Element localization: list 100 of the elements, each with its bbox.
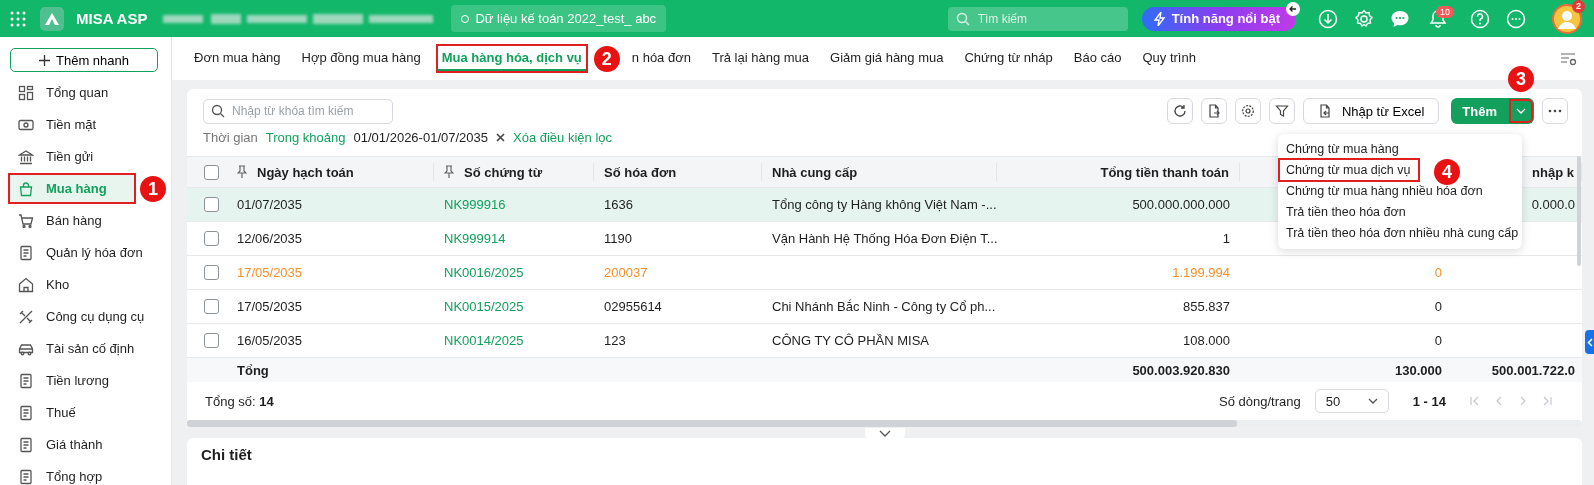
avatar-badge: 2 — [1572, 0, 1585, 13]
sidebar-item[interactable]: Tài sản cố định — [10, 335, 158, 362]
callout-badge: 2 — [593, 46, 620, 72]
tab[interactable]: Giảm giá hàng mua — [826, 46, 948, 71]
menu-item[interactable]: Chứng từ mua hàng — [1278, 139, 1407, 159]
pin-icon[interactable] — [444, 165, 454, 179]
close-icon[interactable] — [496, 133, 505, 142]
tab[interactable]: Trả lại hàng mua — [707, 46, 814, 71]
sidebar-item[interactable]: Công cụ dụng cụ — [10, 303, 158, 330]
receipt-icon — [18, 244, 34, 261]
clear-filter-link[interactable]: Xóa điều kiện lọc — [513, 130, 612, 145]
table-cell: 855.837 — [1183, 299, 1230, 314]
tab[interactable]: Đơn mua hàng — [190, 46, 285, 71]
chat-icon[interactable] — [1390, 8, 1410, 29]
add-menu-button[interactable] — [1508, 98, 1534, 124]
row-checkbox[interactable] — [203, 265, 219, 280]
cart-icon — [18, 212, 34, 229]
filter-icon — [1274, 104, 1289, 118]
table-cell: 0 — [1434, 333, 1442, 348]
sidebar-item[interactable]: Tiền gửi — [10, 143, 158, 170]
tab[interactable]: Chứng từ nháp — [960, 46, 1057, 71]
search-field[interactable]: Nhập từ khóa tìm kiếm — [203, 98, 393, 124]
settings-button[interactable] — [1234, 98, 1261, 124]
callout-badge: 1 — [140, 176, 166, 202]
document-icon — [18, 404, 34, 421]
first-page-icon[interactable] — [1470, 396, 1480, 406]
table-cell: 12/06/2035 — [237, 231, 303, 246]
horizontal-scrollbar[interactable] — [187, 420, 1237, 427]
row-checkbox[interactable] — [203, 231, 219, 246]
settings-icon — [1240, 104, 1255, 118]
sidebar-item[interactable]: Tổng quan — [10, 79, 158, 106]
refresh-icon — [1172, 104, 1187, 118]
table-cell: 1.199.994 — [1172, 265, 1230, 280]
export-button[interactable] — [1200, 98, 1227, 124]
row-checkbox[interactable] — [203, 333, 219, 348]
row-checkbox[interactable] — [203, 299, 219, 314]
next-page-icon[interactable] — [1518, 396, 1528, 406]
last-page-icon[interactable] — [1542, 396, 1552, 406]
logo-icon — [40, 6, 64, 31]
table-cell: 500.000.000.000 — [1132, 197, 1230, 212]
page-size-select[interactable]: 50 — [1314, 389, 1389, 413]
column-settings-icon[interactable] — [1560, 51, 1578, 66]
sidebar-item[interactable]: Tiền mặt — [10, 111, 158, 138]
table-cell: Vận Hành Hệ Thống Hóa Đơn Điện T... — [772, 231, 997, 246]
table-cell: 16/05/2035 — [237, 333, 303, 348]
apps-menu-icon[interactable] — [10, 10, 26, 27]
side-panel-toggle[interactable] — [1585, 330, 1594, 354]
column-header: nhập k — [1532, 164, 1574, 180]
table-cell: 1190 — [604, 231, 632, 246]
filter-button[interactable] — [1268, 98, 1295, 124]
sidebar-item[interactable]: Kho — [10, 271, 158, 298]
filter-mode[interactable]: Trong khoảng — [265, 130, 346, 145]
table-cell: 1636 — [604, 197, 633, 212]
table-cell: 0.000.0 — [1531, 197, 1575, 212]
receipt-icon — [18, 436, 34, 453]
sidebar-item[interactable]: Tiền lương — [10, 367, 158, 394]
table-cell: 108.000 — [1183, 333, 1230, 348]
table-cell: 1 — [1222, 231, 1230, 246]
sidebar-item[interactable]: Quản lý hóa đơn — [10, 239, 158, 266]
total-cell: 500.001.722.0 — [1491, 362, 1575, 378]
table-cell[interactable]: NK0016/2025 — [444, 265, 524, 280]
sidebar-item[interactable]: Giá thành — [10, 431, 158, 458]
search-icon — [955, 11, 970, 26]
select-all-checkbox[interactable] — [203, 164, 219, 180]
tab[interactable]: n hóa đơn — [627, 46, 695, 71]
table-cell[interactable]: NK0014/2025 — [444, 333, 524, 348]
table-cell: 0 — [1434, 265, 1442, 280]
tab[interactable]: Hợp đồng mua hàng — [297, 46, 425, 71]
sidebar-item[interactable]: Thuế — [10, 399, 158, 426]
plus-icon — [39, 54, 50, 66]
table-cell[interactable]: NK0015/2025 — [444, 299, 524, 314]
row-checkbox[interactable] — [203, 197, 219, 212]
bank-icon — [18, 148, 34, 165]
app-name: MISA ASP — [76, 10, 148, 27]
total-cell: 500.003.920.830 — [1132, 362, 1230, 378]
chevron-down-icon — [1367, 398, 1378, 404]
tab[interactable]: Quy trình — [1138, 46, 1200, 71]
more-icon[interactable] — [1506, 8, 1526, 29]
menu-item[interactable]: Chứng từ mua dịch vụ — [1280, 160, 1419, 180]
table-cell[interactable]: NK999914 — [444, 231, 506, 246]
menu-item[interactable]: Trả tiền theo hóa đơn — [1278, 202, 1414, 222]
settings-icon[interactable] — [1354, 8, 1374, 29]
download-icon[interactable] — [1318, 8, 1338, 29]
import-excel-button[interactable]: Nhập từ Excel — [1302, 98, 1440, 124]
file-import-icon — [1317, 104, 1332, 118]
sidebar-item[interactable]: Tổng hợp — [10, 463, 158, 485]
tab[interactable]: Báo cáo — [1069, 46, 1126, 71]
avatar-icon[interactable] — [1552, 3, 1582, 34]
sidebar-item[interactable]: Bán hàng — [10, 207, 158, 234]
column-header: Số chứng từ — [464, 164, 543, 180]
pin-icon[interactable] — [237, 165, 247, 179]
file-export-icon — [1206, 104, 1221, 118]
chevron-down-icon[interactable] — [878, 429, 891, 437]
menu-item[interactable]: Trả tiền theo hóa đơn nhiều nhà cung cấp — [1278, 223, 1527, 243]
refresh-button[interactable] — [1166, 98, 1193, 124]
quick-add-button[interactable]: Thêm nhanh — [10, 48, 158, 72]
tools-icon — [18, 308, 34, 325]
help-icon[interactable] — [1470, 8, 1490, 29]
previous-page-icon[interactable] — [1494, 396, 1504, 406]
notification-badge: 10 — [1436, 5, 1454, 18]
